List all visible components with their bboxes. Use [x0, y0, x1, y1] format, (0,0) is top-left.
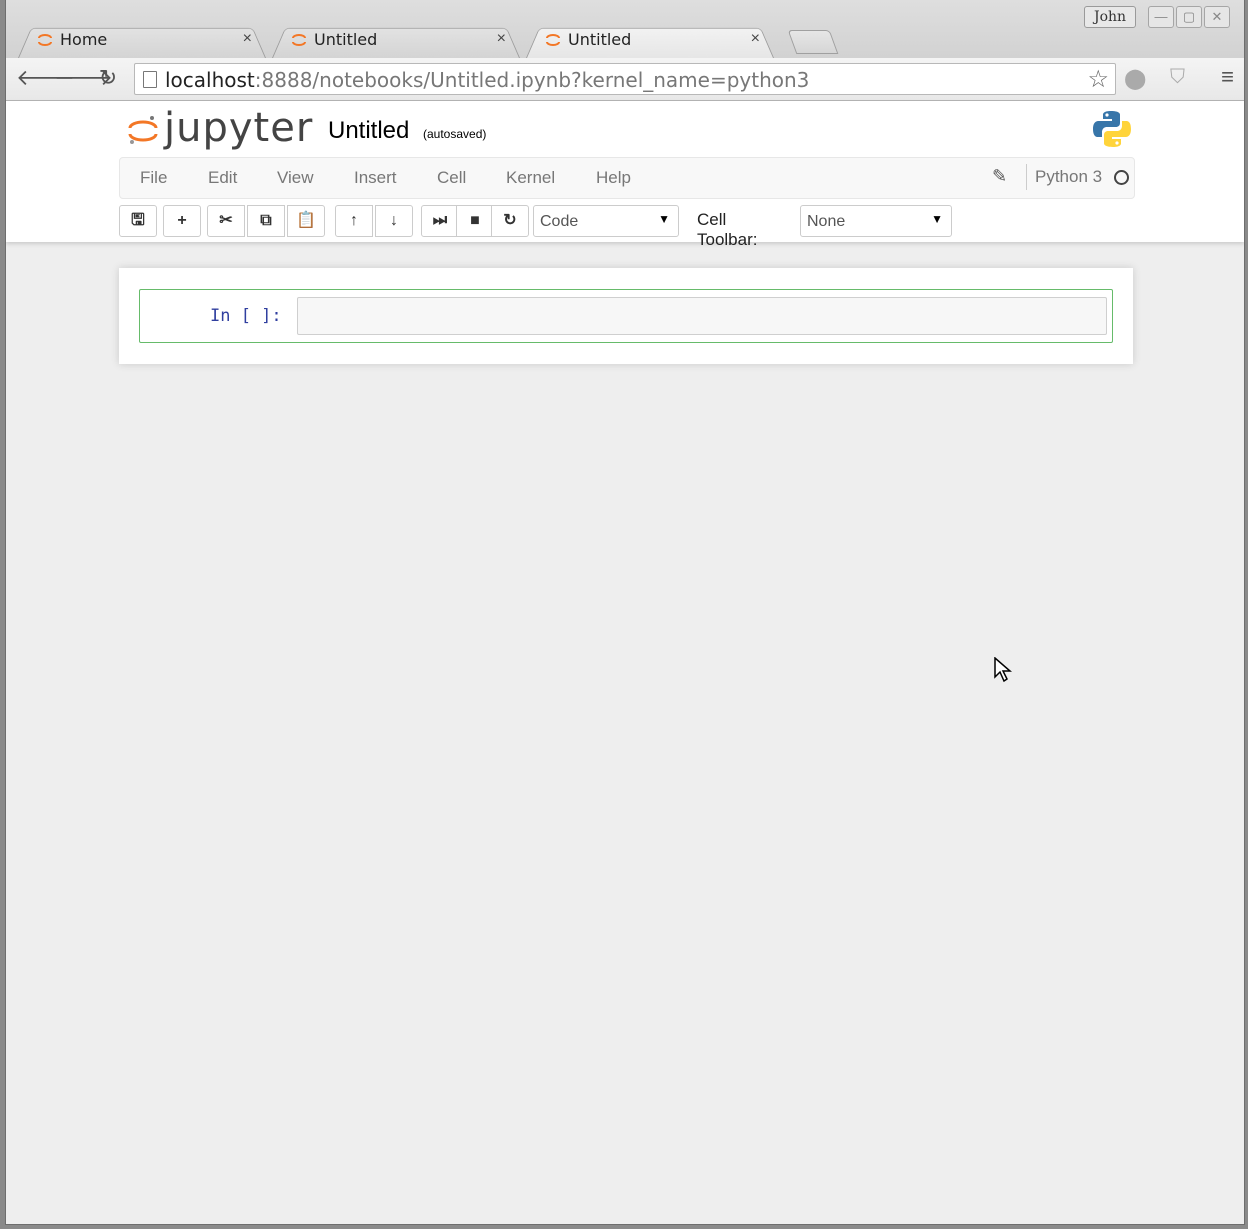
- paste-icon[interactable]: 📋: [287, 205, 325, 237]
- notebook-container: In [ ]:: [119, 268, 1133, 364]
- tab-untitled-1[interactable]: Untitled ×: [272, 24, 520, 58]
- menu-icon[interactable]: ≡: [1221, 64, 1234, 90]
- tab-home[interactable]: Home ×: [18, 24, 266, 58]
- edit-mode-pencil-icon: ✎: [992, 166, 1008, 186]
- menu-bar: File Edit View Insert Cell Kernel Help ✎…: [119, 157, 1135, 199]
- close-tab-icon[interactable]: ×: [751, 30, 760, 48]
- menu-cell[interactable]: Cell: [437, 168, 466, 188]
- jupyter-logo-icon: [128, 116, 158, 144]
- address-bar[interactable]: localhost:8888/notebooks/Untitled.ipynb?…: [134, 63, 1116, 95]
- page-icon: [143, 71, 157, 88]
- save-icon[interactable]: 🖫: [119, 205, 157, 237]
- browser-window: Home × Untitled × Untitled × John — ▢ ✕: [5, 0, 1245, 1225]
- notebook-title[interactable]: Untitled: [328, 117, 409, 145]
- cell-toolbar-label: Cell Toolbar:: [697, 210, 758, 249]
- mouse-cursor-icon: [994, 657, 1012, 683]
- menu-kernel[interactable]: Kernel: [506, 168, 555, 188]
- close-window-icon[interactable]: ✕: [1204, 6, 1230, 28]
- run-cell-icon[interactable]: ⏭: [421, 205, 459, 237]
- tab-untitled-2[interactable]: Untitled ×: [526, 24, 774, 58]
- tab-title: Home: [60, 30, 108, 49]
- close-tab-icon[interactable]: ×: [497, 30, 506, 48]
- bookmark-star-icon[interactable]: ☆: [1087, 65, 1109, 94]
- close-tab-icon[interactable]: ×: [243, 30, 252, 48]
- menu-help[interactable]: Help: [596, 168, 631, 188]
- restart-icon[interactable]: ↻: [491, 205, 529, 237]
- page-content: jupyter Untitled (autosaved) File Edit V…: [6, 101, 1244, 1224]
- notebook-header: jupyter Untitled (autosaved) File Edit V…: [6, 101, 1244, 249]
- copy-icon[interactable]: ⧉: [247, 205, 285, 237]
- tab-strip: Home × Untitled × Untitled × John — ▢ ✕: [6, 0, 1244, 58]
- jupyter-favicon-icon: [38, 34, 52, 46]
- insert-cell-icon[interactable]: +: [163, 205, 201, 237]
- kernel-idle-indicator-icon: [1114, 170, 1129, 185]
- extension-shield-icon[interactable]: ⛉: [1170, 66, 1185, 89]
- python-logo-icon: [1093, 111, 1131, 147]
- move-down-icon[interactable]: ↓: [375, 205, 413, 237]
- cell-type-select[interactable]: Code ▼: [533, 205, 679, 237]
- extension-v-icon[interactable]: ⬤: [1124, 66, 1146, 91]
- menu-view[interactable]: View: [277, 168, 314, 188]
- profile-button[interactable]: John: [1084, 6, 1136, 28]
- code-input[interactable]: [297, 297, 1107, 335]
- jupyter-favicon-icon: [546, 34, 560, 46]
- cell-toolbar-select[interactable]: None ▼: [800, 205, 952, 237]
- move-up-icon[interactable]: ↑: [335, 205, 373, 237]
- cut-icon[interactable]: ✂: [207, 205, 245, 237]
- code-cell[interactable]: In [ ]:: [139, 289, 1113, 343]
- new-tab-button[interactable]: [787, 30, 839, 54]
- interrupt-icon[interactable]: ■: [456, 205, 494, 237]
- dropdown-caret-icon: ▼: [931, 212, 943, 226]
- kernel-name: Python 3: [1026, 164, 1102, 190]
- forward-icon[interactable]: 🡒: [54, 64, 113, 92]
- menu-edit[interactable]: Edit: [208, 168, 237, 188]
- menu-file[interactable]: File: [140, 168, 167, 188]
- reload-icon[interactable]: ↻: [94, 64, 122, 92]
- logo-text: jupyter: [164, 105, 314, 151]
- tab-title: Untitled: [314, 30, 378, 49]
- url-text: localhost:8888/notebooks/Untitled.ipynb?…: [165, 68, 810, 92]
- maximize-icon[interactable]: ▢: [1176, 6, 1202, 28]
- browser-toolbar: 🡐 🡒 ↻ localhost:8888/notebooks/Untitled.…: [6, 58, 1244, 101]
- dropdown-caret-icon: ▼: [658, 212, 670, 226]
- menu-insert[interactable]: Insert: [354, 168, 397, 188]
- minimize-icon[interactable]: —: [1148, 6, 1174, 28]
- back-icon[interactable]: 🡐: [16, 64, 75, 92]
- autosave-status: (autosaved): [423, 127, 487, 141]
- tab-title: Untitled: [568, 30, 632, 49]
- input-prompt: In [ ]:: [210, 306, 282, 326]
- jupyter-favicon-icon: [292, 34, 306, 46]
